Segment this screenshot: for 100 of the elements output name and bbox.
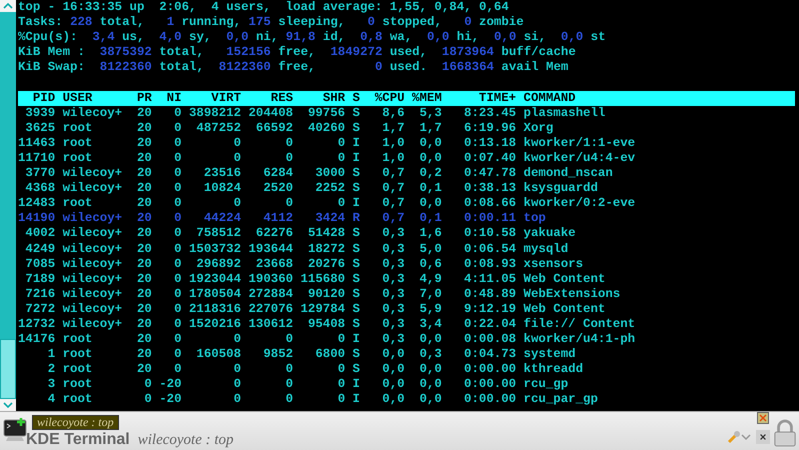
- table-cell: root: [62, 136, 92, 151]
- close-icon[interactable]: [757, 412, 769, 424]
- table-cell: 2: [48, 362, 56, 378]
- table-cell: 1520216: [188, 316, 242, 332]
- table-cell: 0:08.66: [464, 196, 516, 212]
- table-cell: I: [352, 196, 360, 212]
- table-cell: -20: [159, 377, 182, 392]
- table-cell: 0:08.93: [464, 256, 516, 272]
- scrollbar[interactable]: [0, 0, 16, 411]
- table-cell: kthreadd: [524, 362, 584, 378]
- column-header: RES: [270, 90, 294, 106]
- table-cell: 0,6: [419, 256, 442, 272]
- table-cell: 1,6: [419, 226, 442, 242]
- table-cell: wilecoy+: [62, 316, 122, 332]
- table-cell: root: [62, 362, 92, 378]
- table-cell: 0:00.08: [464, 332, 516, 348]
- table-cell: 0:47.78: [464, 166, 516, 182]
- table-cell: wilecoy+: [62, 242, 122, 257]
- close-button[interactable]: [756, 430, 770, 444]
- table-cell: S: [352, 120, 360, 136]
- table-cell: 1,7: [419, 120, 442, 136]
- table-cell: 9852: [263, 347, 294, 362]
- column-header: PID: [32, 90, 56, 106]
- table-cell: kworker/u4:1-ph: [524, 332, 636, 348]
- table-cell: 20276: [308, 256, 346, 272]
- scroll-up-icon[interactable]: [0, 0, 16, 12]
- table-cell: S: [352, 242, 360, 257]
- table-cell: 14176: [18, 332, 56, 348]
- table-cell: 0:00.11: [464, 211, 516, 226]
- table-cell: 0,3: [382, 302, 405, 317]
- summary-line: KiB Mem : 3875392 total, 152156 free, 1849272 used, 1873964 buff/cache: [18, 45, 577, 60]
- table-cell: 20: [136, 272, 152, 287]
- table-cell: 1503732: [188, 242, 242, 257]
- table-cell: 20: [136, 136, 152, 151]
- table-cell: wilecoy+: [62, 226, 122, 242]
- table-cell: 23668: [256, 256, 294, 272]
- table-cell: 487252: [196, 120, 242, 136]
- table-cell: 0: [234, 196, 242, 212]
- table-cell: 11710: [18, 150, 56, 166]
- session-tab[interactable]: wilecoyote : top: [32, 415, 119, 430]
- table-cell: 5,9: [419, 302, 442, 317]
- table-cell: S: [352, 347, 360, 362]
- table-cell: wilecoy+: [62, 166, 122, 182]
- table-cell: 0: [338, 150, 346, 166]
- table-cell: wilecoy+: [62, 286, 122, 302]
- table-cell: 0: [338, 392, 346, 408]
- scrollbar-thumb[interactable]: [0, 339, 16, 399]
- table-cell: 1,7: [382, 120, 405, 136]
- table-cell: 204408: [248, 106, 294, 121]
- table-cell: 9:12.19: [464, 302, 516, 317]
- table-cell: 4002: [25, 226, 56, 242]
- table-cell: 0,2: [419, 166, 442, 182]
- table-cell: 0: [174, 196, 182, 212]
- table-cell: 20: [136, 362, 152, 378]
- table-cell: 0: [174, 211, 182, 226]
- table-cell: S: [352, 226, 360, 242]
- table-cell: 0: [174, 181, 182, 196]
- table-cell: 227076: [248, 302, 294, 317]
- table-cell: 0: [234, 332, 242, 348]
- table-cell: kworker/u4:4-ev: [524, 150, 636, 166]
- table-cell: 4112: [263, 211, 294, 226]
- table-cell: 0: [174, 302, 182, 317]
- table-cell: 0: [234, 150, 242, 166]
- column-header: PR: [136, 90, 152, 106]
- table-cell: 12483: [18, 196, 56, 212]
- table-cell: S: [352, 181, 360, 196]
- table-cell: 0: [286, 377, 294, 392]
- table-cell: root: [62, 347, 92, 362]
- table-cell: 2520: [263, 181, 294, 196]
- table-cell: 6800: [315, 347, 346, 362]
- table-cell: 6284: [263, 166, 294, 182]
- table-cell: 0,1: [419, 181, 442, 196]
- table-cell: 0,7: [382, 196, 405, 212]
- table-cell: 4249: [25, 242, 56, 257]
- table-cell: 4368: [25, 181, 56, 196]
- table-cell: S: [352, 362, 360, 378]
- table-cell: 0: [174, 362, 182, 378]
- table-cell: 20: [136, 226, 152, 242]
- table-cell: I: [352, 332, 360, 348]
- table-cell: 0,0: [419, 392, 442, 408]
- table-cell: 0: [338, 136, 346, 151]
- table-cell: 0,3: [382, 242, 405, 257]
- scroll-down-icon[interactable]: [0, 399, 16, 411]
- table-cell: 4: [48, 392, 56, 408]
- table-cell: 0: [174, 256, 182, 272]
- table-cell: 20: [136, 256, 152, 272]
- table-cell: 130612: [248, 316, 294, 332]
- table-cell: 0: [338, 377, 346, 392]
- table-cell: -20: [159, 392, 182, 408]
- table-cell: 0: [174, 332, 182, 348]
- table-cell: 0: [174, 120, 182, 136]
- table-cell: 0: [174, 166, 182, 182]
- table-cell: root: [62, 392, 92, 408]
- table-cell: 0: [174, 347, 182, 362]
- table-cell: 6:19.96: [464, 120, 516, 136]
- window-title: wilecoyote : top: [138, 431, 234, 450]
- table-cell: 3424: [315, 211, 346, 226]
- column-header: TIME+: [478, 90, 516, 106]
- table-cell: 296892: [196, 256, 242, 272]
- table-cell: 0: [174, 150, 182, 166]
